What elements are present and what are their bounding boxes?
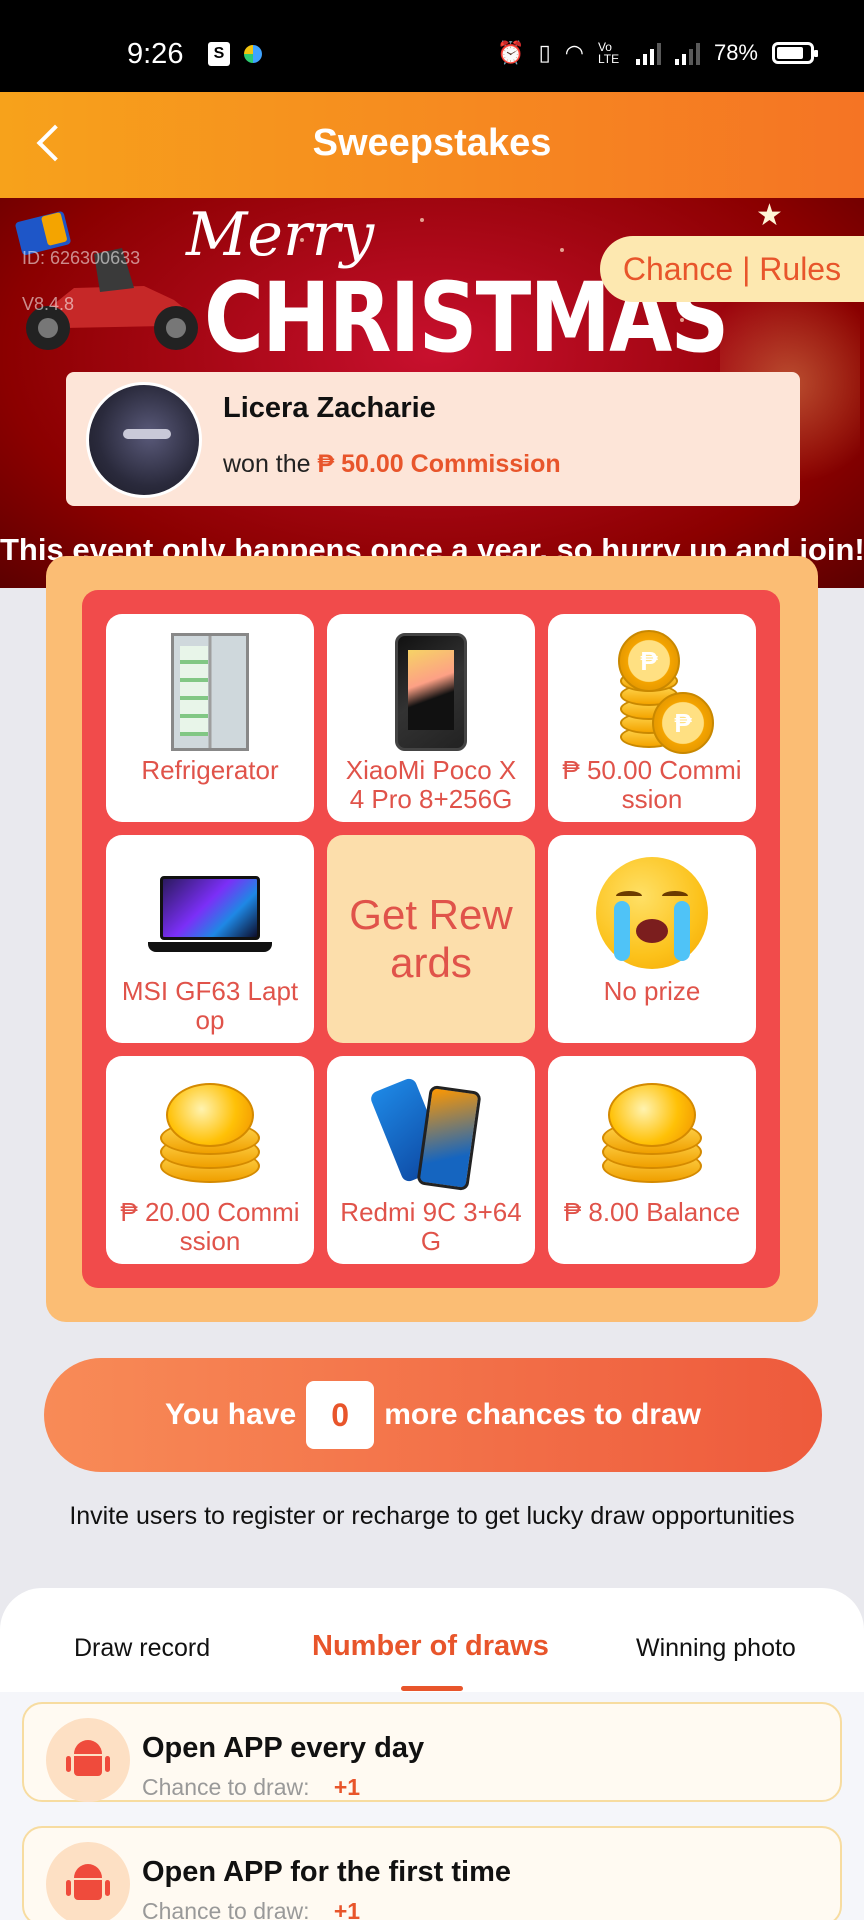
list-item: Open APP for the first time Chance to dr… <box>22 1826 842 1920</box>
version-text: V8.4.8 <box>22 294 75 314</box>
get-rewards-button[interactable]: Get Rewards <box>327 835 535 1043</box>
android-icon <box>66 1864 110 1904</box>
task-bonus: +1 <box>333 1774 361 1800</box>
chances-count: 0 <box>306 1381 375 1449</box>
task-title: Open APP every day <box>142 1732 425 1764</box>
scooter-image <box>15 211 198 350</box>
invite-hint: Invite users to register or recharge to … <box>69 1502 795 1530</box>
page-title: Sweepstakes <box>312 122 552 164</box>
chances-suffix: more chances to draw <box>384 1398 701 1431</box>
prize-label: Redmi 9C 3+64G <box>340 1197 522 1256</box>
prize-cell-refrigerator: Refrigerator <box>106 614 314 822</box>
android-icon <box>66 1740 110 1780</box>
prize-cell-redmi: Redmi 9C 3+64G <box>327 1056 535 1264</box>
prize-cell-laptop: MSI GF63 Laptop <box>106 835 314 1043</box>
redmi-phone-image <box>368 1074 491 1194</box>
user-id-text: ID: 626300633 <box>22 248 141 268</box>
prize-label: XiaoMi Poco X4 Pro 8+256G <box>345 755 517 814</box>
winner-name: Licera Zacharie <box>223 392 436 424</box>
shop-bag-icon: S <box>208 42 230 66</box>
get-rewards-label: Get Rewards <box>349 891 513 986</box>
gold-coins-image <box>590 1079 714 1189</box>
prize-cell-commission-20: ₱ 20.00 Commission <box>106 1056 314 1264</box>
prize-label: ₱ 50.00 Commission <box>562 755 742 814</box>
status-bar: 9:26 S ⏰ ▯ ◠ Vo LTE 78% <box>0 0 864 92</box>
chances-bar: You have 0 more chances to draw <box>44 1358 822 1472</box>
prize-cell-no-prize: No prize <box>548 835 756 1043</box>
active-tab-indicator <box>401 1686 463 1691</box>
tab-winning-photo[interactable]: Winning photo <box>636 1634 796 1663</box>
phone-image <box>395 633 467 751</box>
winner-prize: ₱ 50.00 Commission <box>317 450 561 478</box>
banner-merry-text: Merry <box>186 200 375 270</box>
prize-cell-commission-50: ₱ ₱ ₱ 50.00 Commission <box>548 614 756 822</box>
list-item: Open APP every day Chance to draw: +1 <box>22 1702 842 1802</box>
prize-label: MSI GF63 Laptop <box>121 976 299 1035</box>
tab-draw-record[interactable]: Draw record <box>74 1634 210 1663</box>
alarm-icon: ⏰ <box>497 40 525 65</box>
avatar <box>86 382 202 498</box>
app-notification-icon <box>244 45 262 63</box>
prize-cell-balance-8: ₱ 8.00 Balance <box>548 1056 756 1264</box>
wifi-icon: ◠ <box>564 40 584 65</box>
battery-percent: 78% <box>713 40 758 65</box>
crying-emoji <box>596 857 708 969</box>
refrigerator-image <box>171 633 249 751</box>
laptop-image <box>148 868 272 958</box>
task-bonus: +1 <box>333 1898 361 1920</box>
chances-prefix: You have <box>165 1398 297 1431</box>
vibrate-icon: ▯ <box>538 40 551 65</box>
tab-number-of-draws[interactable]: Number of draws <box>312 1630 549 1663</box>
task-sub-label: Chance to draw: <box>142 1898 310 1920</box>
signal-icon <box>635 41 661 65</box>
draws-panel: Draw record Number of draws Winning phot… <box>0 1588 864 1920</box>
task-list: Open APP every day Chance to draw: +1 Op… <box>0 1692 864 1920</box>
status-time: 9:26 <box>127 38 184 70</box>
task-title: Open APP for the first time <box>142 1856 511 1888</box>
volte-icon: Vo LTE <box>597 40 620 66</box>
signal-icon-2 <box>674 41 700 65</box>
chance-rules-button[interactable]: Chance | Rules <box>600 236 864 302</box>
winner-prefix: won the <box>223 450 311 478</box>
coins-image: ₱ ₱ <box>592 630 714 754</box>
prize-label: ₱ 8.00 Balance <box>563 1197 741 1227</box>
star-icon: ★ <box>756 199 783 232</box>
prize-label: Refrigerator <box>141 755 279 785</box>
prize-cell-poco-phone: XiaoMi Poco X4 Pro 8+256G <box>327 614 535 822</box>
task-sub-label: Chance to draw: <box>142 1774 310 1800</box>
prize-grid: Refrigerator XiaoMi Poco X4 Pro 8+256G ₱… <box>82 590 780 1288</box>
top-app-bar: Sweepstakes <box>0 92 864 198</box>
battery-icon <box>772 42 818 64</box>
winner-ticker: Licera Zacharie won the ₱ 50.00 Commissi… <box>66 372 800 506</box>
gold-coins-image <box>148 1079 272 1189</box>
prize-label: No prize <box>603 976 701 1006</box>
prize-label: ₱ 20.00 Commission <box>120 1197 300 1256</box>
